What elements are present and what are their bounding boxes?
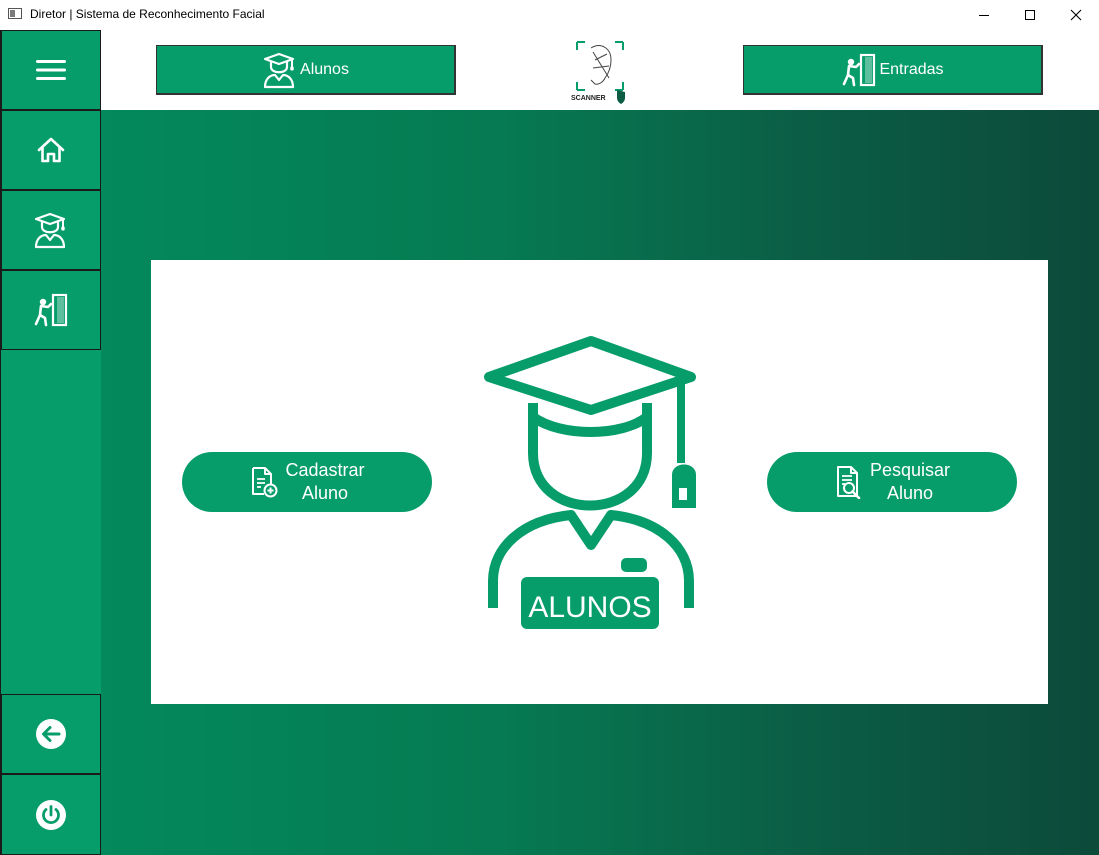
power-button[interactable] bbox=[1, 774, 101, 855]
close-button[interactable] bbox=[1053, 0, 1099, 30]
menu-button[interactable] bbox=[1, 30, 101, 110]
sidebar bbox=[0, 30, 101, 855]
add-document-icon bbox=[252, 467, 278, 498]
home-button[interactable] bbox=[1, 110, 101, 190]
maximize-icon bbox=[1025, 10, 1035, 20]
student-icon bbox=[263, 52, 295, 88]
entrance-icon bbox=[34, 293, 68, 327]
entrance-icon bbox=[843, 53, 876, 86]
hero-label: ALUNOS bbox=[528, 591, 651, 624]
power-icon bbox=[36, 799, 66, 830]
student-icon bbox=[34, 212, 66, 249]
window-title: Diretor | Sistema de Reconhecimento Faci… bbox=[30, 7, 265, 21]
close-icon bbox=[1070, 9, 1082, 21]
student-graduate-icon: ALUNOS bbox=[484, 336, 696, 629]
cadastrar-aluno-button[interactable]: Cadastrar Aluno bbox=[182, 452, 432, 512]
minimize-button[interactable] bbox=[961, 0, 1007, 30]
entradas-button-label: Entradas bbox=[879, 60, 944, 78]
alunos-card: Cadastrar Aluno ALUNOS Pesquisar Aluno bbox=[151, 260, 1048, 704]
title-bar: Diretor | Sistema de Reconhecimento Faci… bbox=[0, 0, 1099, 30]
scanner-logo: SCANNER bbox=[571, 38, 629, 106]
back-button[interactable] bbox=[1, 694, 101, 774]
pesquisar-label-line2: Aluno bbox=[886, 483, 934, 503]
pesquisar-aluno-button[interactable]: Pesquisar Aluno bbox=[767, 452, 1017, 512]
main-area: Cadastrar Aluno ALUNOS Pesquisar Aluno bbox=[101, 110, 1099, 855]
students-nav-button[interactable] bbox=[1, 190, 101, 270]
minimize-icon bbox=[979, 15, 989, 16]
menu-icon bbox=[36, 60, 66, 80]
search-document-icon bbox=[836, 466, 861, 499]
app-icon bbox=[8, 8, 22, 19]
alunos-button-label: Alunos bbox=[300, 60, 349, 78]
back-arrow-icon bbox=[36, 719, 66, 749]
home-icon bbox=[37, 137, 65, 163]
top-bar: Alunos SCANNER Entradas bbox=[101, 30, 1099, 110]
logo-text: SCANNER bbox=[571, 95, 606, 102]
maximize-button[interactable] bbox=[1007, 0, 1053, 30]
pesquisar-label-line1: Pesquisar bbox=[869, 460, 951, 480]
entries-nav-button[interactable] bbox=[1, 270, 101, 350]
cadastrar-label-line1: Cadastrar bbox=[285, 460, 365, 480]
alunos-button[interactable]: Alunos bbox=[156, 45, 456, 95]
cadastrar-label-line2: Aluno bbox=[301, 483, 349, 503]
entradas-button[interactable]: Entradas bbox=[743, 45, 1043, 95]
